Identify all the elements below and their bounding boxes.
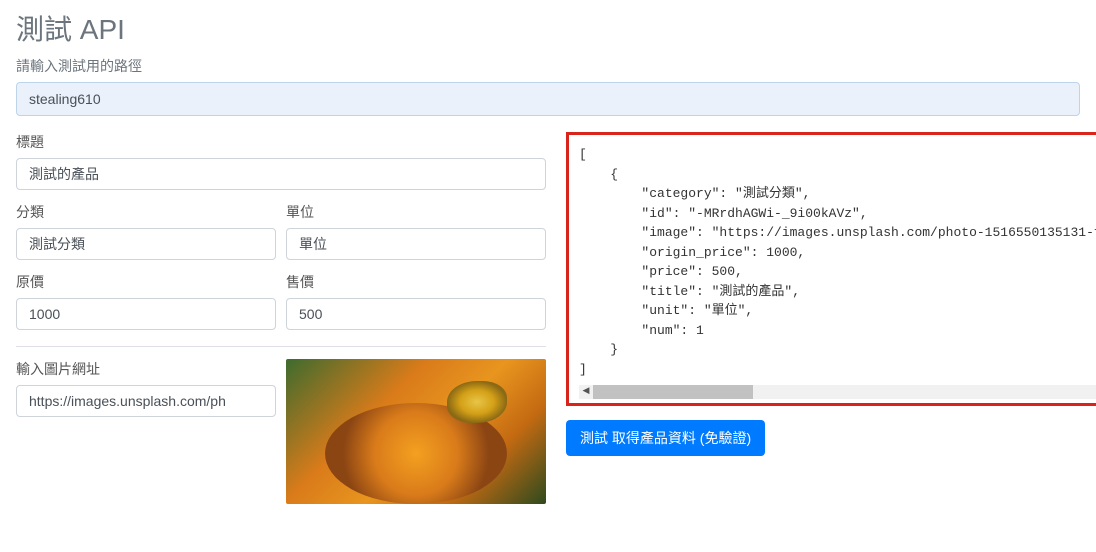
json-response-box: [ { "category": "測試分類", "id": "-MRrdhAGW… — [566, 132, 1096, 406]
price-label: 售價 — [286, 272, 546, 292]
json-response-text: [ { "category": "測試分類", "id": "-MRrdhAGW… — [579, 147, 1096, 377]
unit-label: 單位 — [286, 202, 546, 222]
path-input[interactable] — [16, 82, 1080, 116]
page-title: 測試 API — [16, 8, 1080, 48]
form-column: 標題 分類 單位 原價 售價 — [16, 132, 546, 504]
horizontal-scrollbar[interactable]: ◀▶ — [579, 385, 1096, 399]
origin-price-input[interactable] — [16, 298, 276, 330]
divider — [16, 346, 546, 347]
title-input[interactable] — [16, 158, 546, 190]
unit-input[interactable] — [286, 228, 546, 260]
category-input[interactable] — [16, 228, 276, 260]
test-get-product-button[interactable]: 測試 取得產品資料 (免驗證) — [566, 420, 765, 456]
title-label: 標題 — [16, 132, 546, 152]
path-subtitle: 請輸入測試用的路徑 — [16, 56, 1080, 76]
category-label: 分類 — [16, 202, 276, 222]
image-url-input[interactable] — [16, 385, 276, 417]
scrollbar-thumb[interactable] — [593, 385, 753, 399]
origin-price-label: 原價 — [16, 272, 276, 292]
scroll-left-arrow-icon[interactable]: ◀ — [579, 385, 593, 399]
response-column: [ { "category": "測試分類", "id": "-MRrdhAGW… — [566, 132, 1096, 504]
image-preview — [286, 359, 546, 504]
price-input[interactable] — [286, 298, 546, 330]
image-url-label: 輸入圖片網址 — [16, 359, 276, 379]
